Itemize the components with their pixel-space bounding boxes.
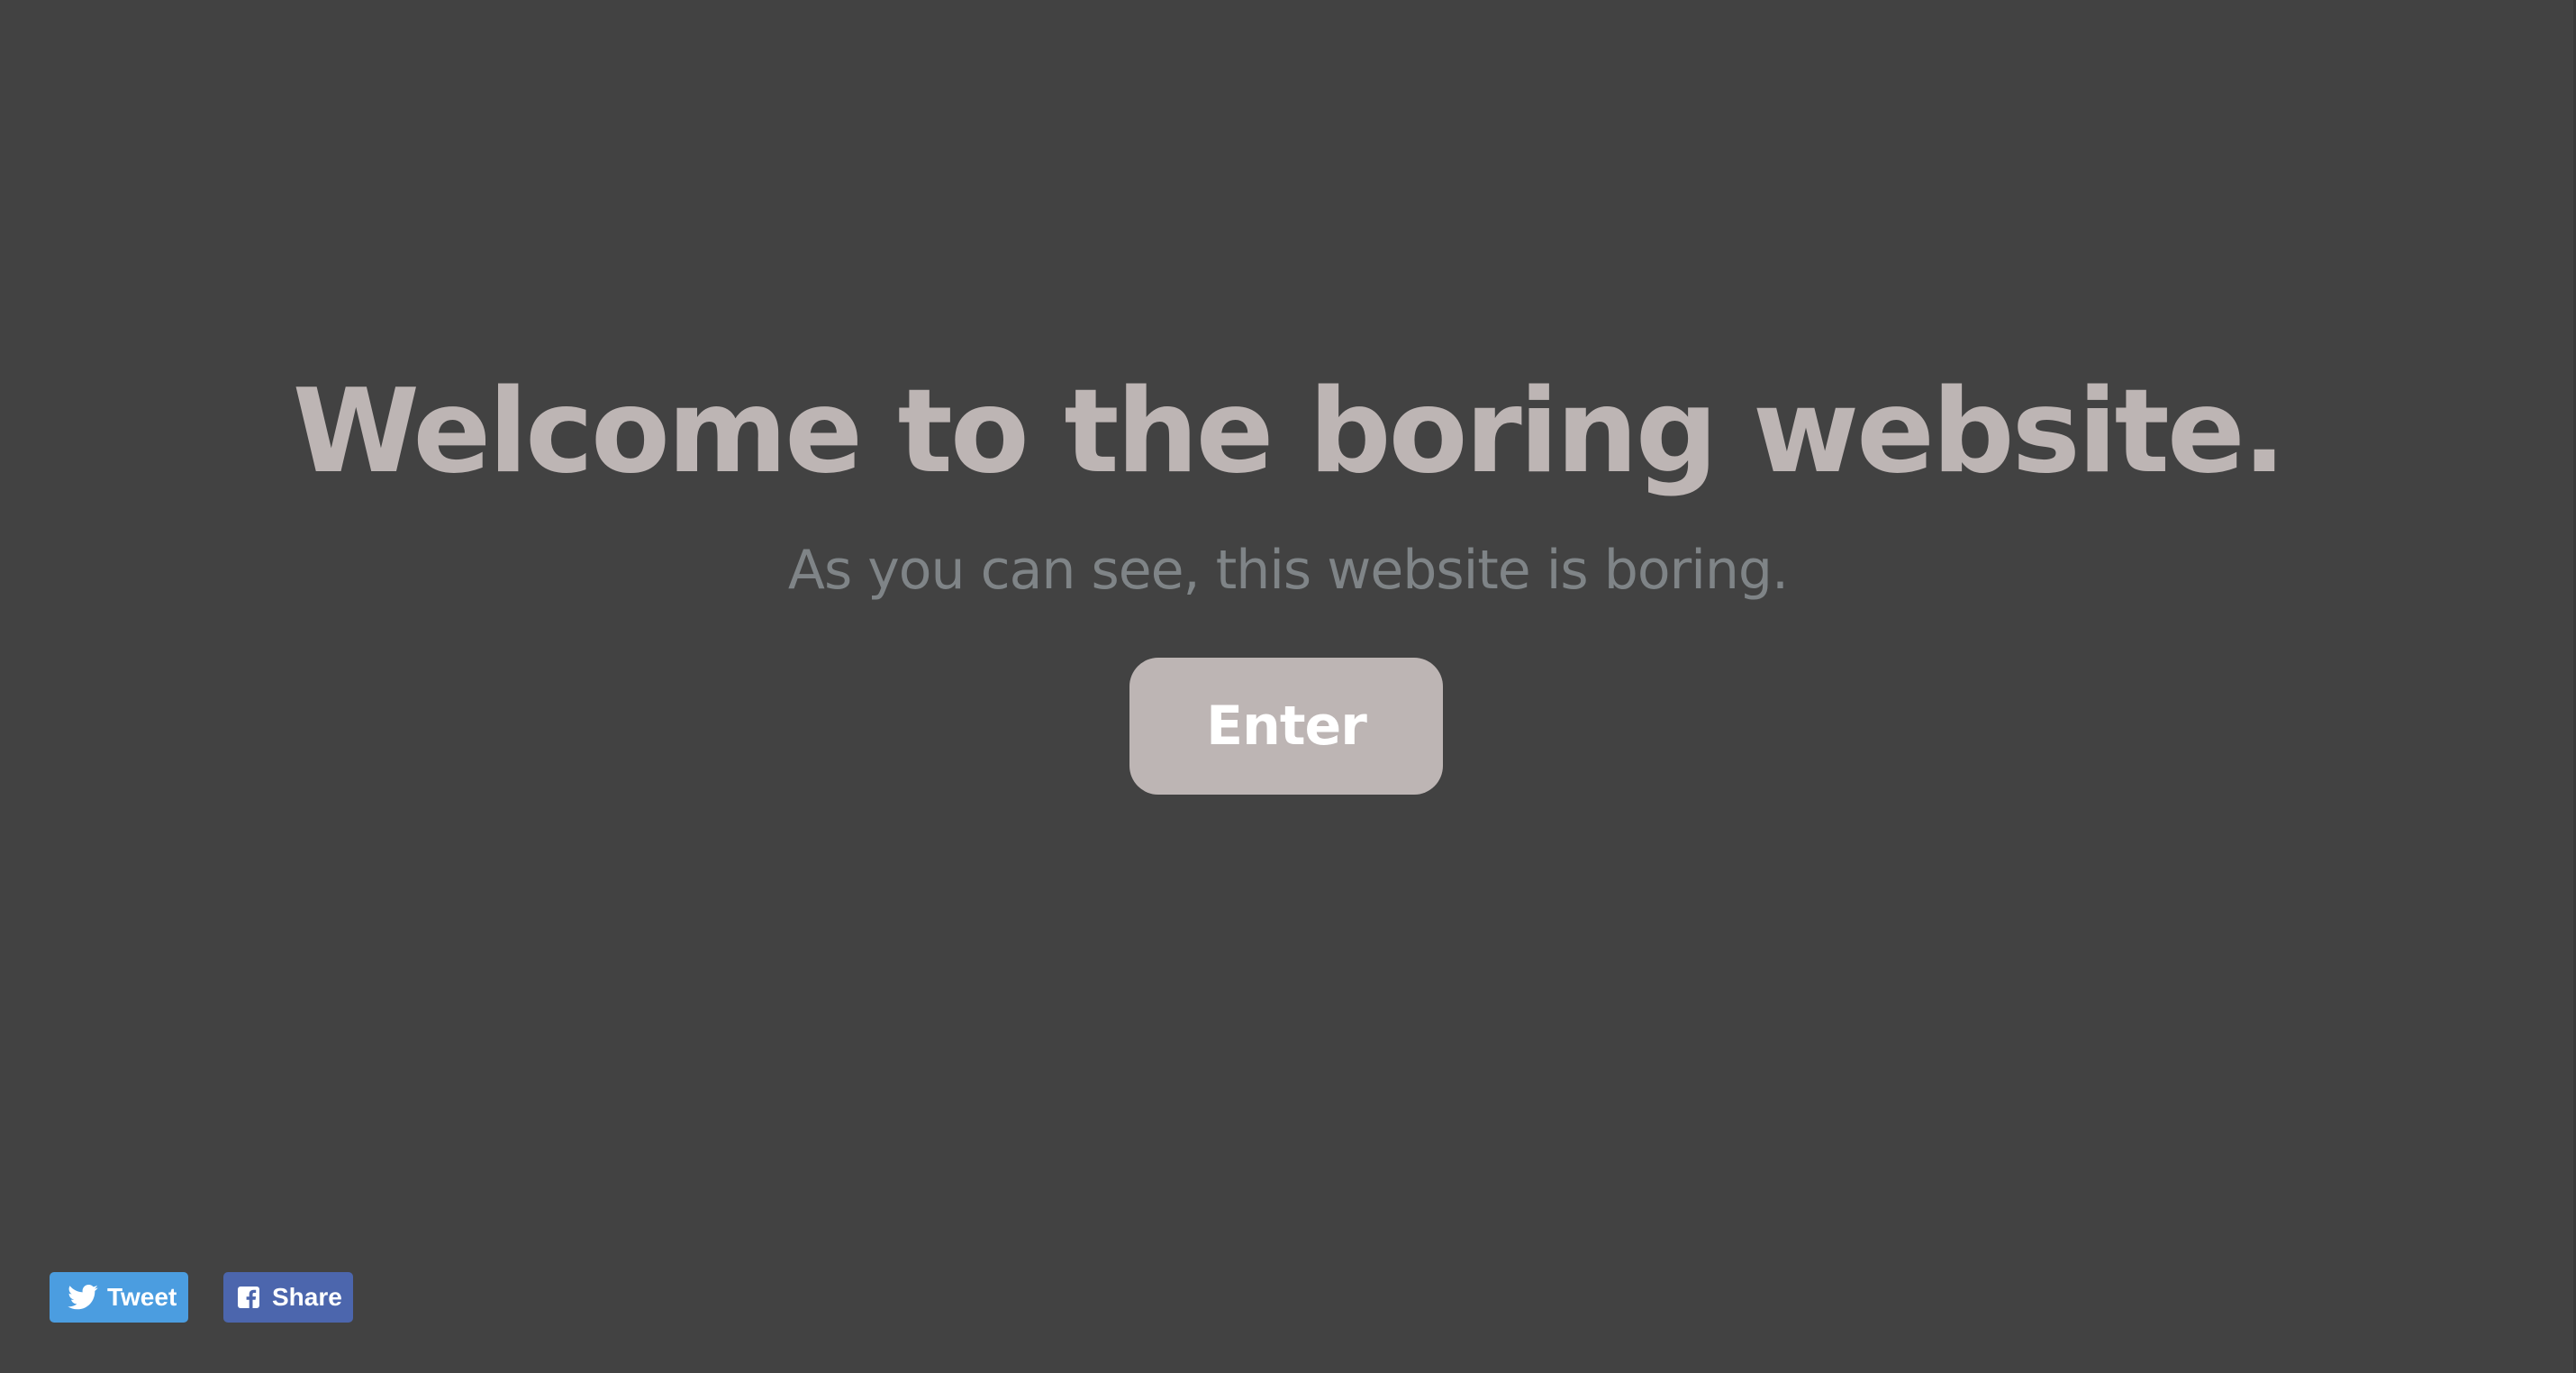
- page-title: Welcome to the boring website.: [292, 365, 2287, 499]
- tweet-button[interactable]: Tweet: [50, 1272, 188, 1323]
- enter-button[interactable]: Enter: [1129, 658, 1443, 795]
- hero-section: Welcome to the boring website. As you ca…: [0, 0, 2576, 1373]
- facebook-icon: [238, 1287, 259, 1308]
- share-label: Share: [272, 1283, 342, 1311]
- page-subtitle: As you can see, this website is boring.: [787, 539, 1789, 602]
- facebook-share-button[interactable]: Share: [223, 1272, 353, 1323]
- twitter-bird-icon: [68, 1285, 98, 1310]
- tweet-label: Tweet: [107, 1283, 177, 1311]
